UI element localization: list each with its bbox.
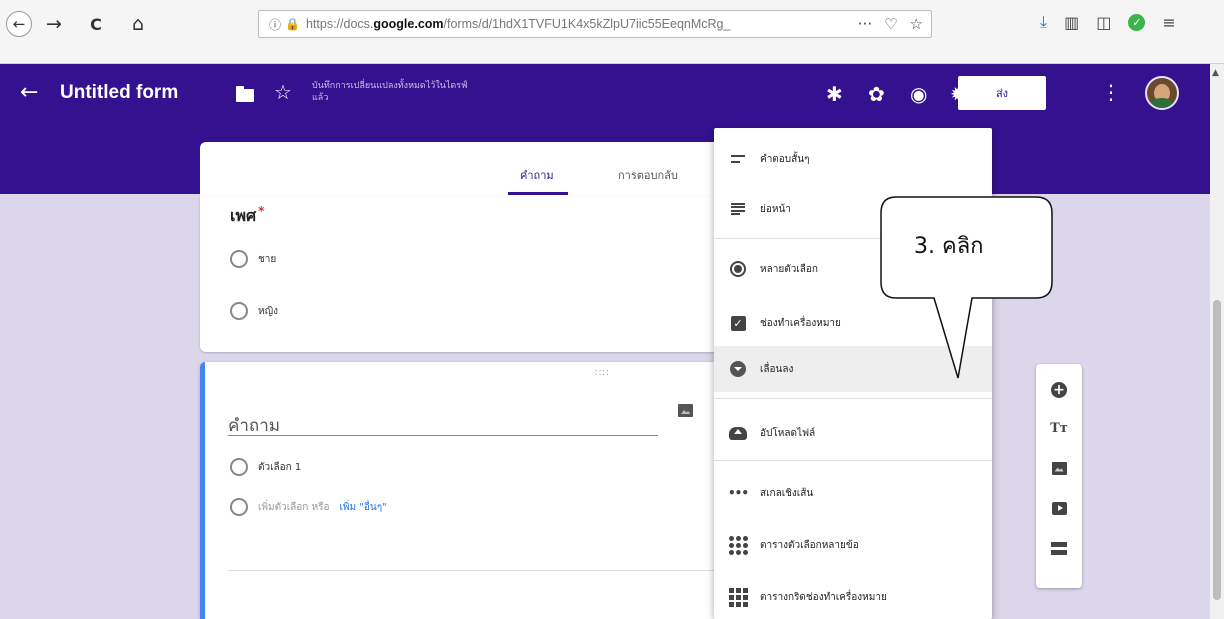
page-scrollbar[interactable]: ▲ [1210,64,1224,619]
palette-icon[interactable]: ✿ [868,82,885,106]
folder-icon[interactable] [236,86,254,102]
url-text: https://docs.google.com/forms/d/1hdX1TVF… [305,17,731,31]
star-icon[interactable]: ☆ [274,80,292,104]
question-card-active[interactable]: ∷∷ คำถาม ตัวเลือก 1 เพิ่มตัวเลือก หรือ เ… [200,362,720,619]
radio-icon [230,498,248,516]
send-button[interactable]: ส่ง [958,76,1046,110]
radio-icon[interactable] [230,302,248,320]
info-icon[interactable]: ⓘ [269,16,281,33]
more-vert-icon[interactable]: ⋮ [1101,80,1121,104]
menu-item-label: คำตอบสั้นๆ [760,153,810,165]
callout-text: 3. คลิก [914,234,984,259]
question-title: เพศ * [230,204,265,225]
dropdown-icon [728,359,748,379]
menu-item-label: อัปโหลดไฟล์ [760,427,816,439]
menu-item-label: ตารางกริดช่องทำเครื่องหมาย [760,591,887,603]
extension-check-icon[interactable]: ✓ [1128,13,1146,31]
preview-eye-icon[interactable]: ◉ [910,82,927,106]
back-arrow-icon[interactable]: ← [20,80,38,105]
option-label[interactable]: ตัวเลือก 1 [258,460,301,475]
add-image-icon[interactable] [678,404,693,417]
required-mark: * [258,204,265,218]
addon-puzzle-icon[interactable]: ✱ [826,82,843,106]
option-male[interactable]: ชาย [230,250,276,268]
menu-hamburger-icon[interactable]: ≡ [1162,13,1175,32]
url-bar[interactable]: ⓘ 🔒 https://docs.google.com/forms/d/1hdX… [258,10,932,38]
menu-divider [714,460,992,461]
menu-item-label: ช่องทำเครื่องหมาย [760,317,841,329]
reload-icon[interactable]: C [82,10,110,38]
checkbox-icon: ✓ [728,313,748,333]
side-toolbar: + Tт [1036,364,1082,588]
menu-item-label: หลายตัวเลือก [760,263,818,275]
forward-icon[interactable]: → [40,10,68,38]
add-option-link[interactable]: เพิ่มตัวเลือก หรือ [258,500,329,515]
avatar[interactable] [1145,76,1179,110]
radio-icon [728,259,748,279]
upload-icon [728,423,748,443]
grid-squares-icon [728,587,748,607]
sidebar-icon[interactable]: ◫ [1096,13,1111,32]
drag-handle-icon[interactable]: ∷∷ [595,368,610,379]
divider [228,570,718,571]
add-other-link[interactable]: เพิ่ม "อื่นๆ" [339,500,386,515]
menu-item-label: ตารางตัวเลือกหลายข้อ [760,539,859,551]
menu-item-label: ย่อหน้า [760,203,791,215]
browser-toolbar: ← → C ⌂ ⓘ 🔒 https://docs.google.com/form… [0,0,1224,64]
radio-icon[interactable] [230,458,248,476]
add-video-icon[interactable] [1047,496,1071,520]
lock-icon: 🔒 [285,17,300,31]
library-icon[interactable]: ▥ [1064,13,1079,32]
menu-item-checkbox-grid[interactable]: ตารางกริดช่องทำเครื่องหมาย [714,578,992,616]
active-accent-bar [200,362,205,619]
tab-underline [508,192,568,195]
grid-dots-icon [728,535,748,555]
menu-divider [714,398,992,399]
option-female[interactable]: หญิง [230,302,278,320]
callout-bubble [880,196,1053,379]
scroll-thumb[interactable] [1213,300,1221,600]
menu-item-label: สเกลเชิงเส้น [760,487,814,499]
add-image-icon[interactable] [1047,456,1071,480]
radio-icon[interactable] [230,250,248,268]
page-actions-icon[interactable]: ··· [858,15,872,33]
save-status: บันทึกการเปลี่ยนแปลงทั้งหมดไว้ในไดรฟ์แล้… [312,81,468,103]
bookmark-star-icon[interactable]: ☆ [910,15,923,33]
pocket-icon[interactable]: ♡ [884,15,897,33]
add-section-icon[interactable] [1047,536,1071,560]
menu-item-linear-scale[interactable]: ••• สเกลเชิงเส้น [714,474,992,512]
tabs-card: คำถาม การตอบกลับ [200,142,720,196]
tab-questions[interactable]: คำถาม [520,166,554,184]
scroll-up-icon[interactable]: ▲ [1212,68,1219,78]
back-icon[interactable]: ← [6,11,32,37]
home-icon[interactable]: ⌂ [124,10,152,38]
linear-scale-icon: ••• [728,486,749,500]
form-title[interactable]: Untitled form [60,82,178,104]
add-title-icon[interactable]: Tт [1047,416,1071,440]
menu-item-multiple-choice-grid[interactable]: ตารางตัวเลือกหลายข้อ [714,526,992,564]
paragraph-icon [728,199,748,219]
tab-responses[interactable]: การตอบกลับ [618,166,678,184]
menu-item-short-answer[interactable]: คำตอบสั้นๆ [714,140,992,178]
option-label: ชาย [258,253,277,265]
menu-item-label: เลื่อนลง [760,363,794,375]
download-icon[interactable]: ⤓ [1040,12,1047,32]
option-label: หญิง [258,305,278,317]
option-1[interactable]: ตัวเลือก 1 [230,458,301,476]
short-answer-icon [728,149,748,169]
question-input[interactable]: คำถาม [228,408,658,436]
menu-item-file-upload[interactable]: อัปโหลดไฟล์ [714,414,992,452]
add-option-row[interactable]: เพิ่มตัวเลือก หรือ เพิ่ม "อื่นๆ" [230,498,387,516]
question-card-gender[interactable]: เพศ * ชาย หญิง [200,196,720,352]
